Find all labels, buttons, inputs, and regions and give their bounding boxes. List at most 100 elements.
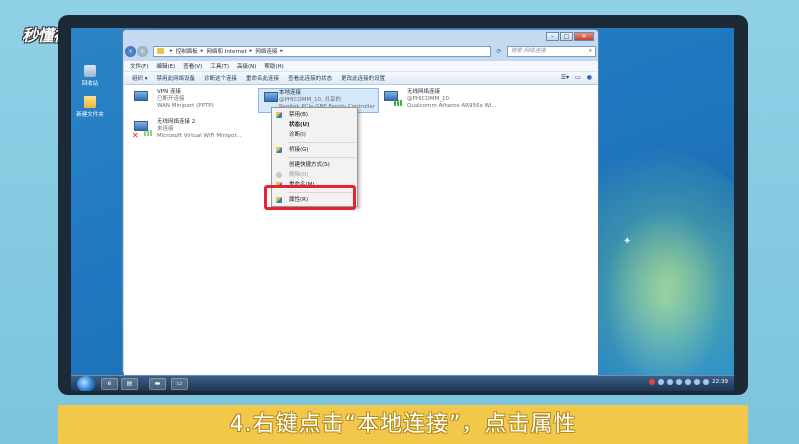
menu-item-diagnose[interactable]: 诊断(I) bbox=[272, 130, 357, 140]
folder-icon bbox=[157, 48, 164, 54]
preview-pane-icon[interactable]: ▭ bbox=[575, 74, 581, 81]
breadcrumb-network-connections[interactable]: 网络连接 bbox=[255, 47, 277, 55]
clock[interactable]: 22:39 bbox=[712, 379, 728, 385]
network-connections-window: – □ ✕ ‹ › ▸ 控制面板 ▸ 网络和 Internet ▸ 网络连接 ▸… bbox=[122, 29, 599, 375]
menu-item-create-shortcut[interactable]: 创建快捷方式(S) bbox=[272, 160, 357, 170]
tray-icon[interactable] bbox=[676, 379, 683, 385]
recycle-bin-icon bbox=[84, 65, 96, 77]
chevron-right-icon: ▸ bbox=[249, 48, 253, 54]
chevron-right-icon: ▸ bbox=[280, 48, 284, 54]
wallpaper-glow-inner bbox=[604, 208, 724, 388]
help-icon[interactable]: ● bbox=[587, 74, 592, 81]
back-button[interactable]: ‹ bbox=[125, 45, 136, 57]
view-options-icon[interactable]: ☰▾ bbox=[561, 74, 569, 81]
menu-separator bbox=[288, 157, 355, 158]
menu-view[interactable]: 查看(V) bbox=[183, 62, 202, 70]
taskbar: e ▤ ▬ ▭ 22:39 bbox=[71, 375, 734, 391]
bird-icon: ✦ bbox=[623, 236, 632, 247]
folder-icon bbox=[84, 96, 96, 108]
window-controls: – □ ✕ bbox=[546, 32, 594, 41]
tray-icon[interactable] bbox=[703, 379, 710, 385]
forward-button[interactable]: › bbox=[137, 45, 148, 57]
taskbar-cmd-icon[interactable]: ▬ bbox=[149, 378, 166, 390]
connection-status: 已断开连接 bbox=[157, 96, 185, 102]
refresh-icon[interactable]: ⟳ bbox=[493, 46, 505, 57]
desktop-icon-label: 新建文件夹 bbox=[76, 112, 104, 118]
connection-vpn[interactable]: VPN 连接 已断开连接 WAN Miniport (PPTP) bbox=[132, 89, 214, 110]
properties-highlight-box bbox=[264, 185, 356, 210]
menu-item-label: 状态(U) bbox=[289, 122, 310, 128]
disable-device-button[interactable]: 禁用此网络设备 bbox=[157, 74, 196, 82]
menu-item-status[interactable]: 状态(U) bbox=[272, 120, 357, 130]
toolbar-right-icons: ☰▾ ▭ ● bbox=[561, 74, 592, 81]
taskbar-explorer-icon[interactable]: ▤ bbox=[121, 378, 138, 390]
wireless-disconnected-icon: ✕ bbox=[132, 119, 152, 140]
menu-item-label: 诊断(I) bbox=[289, 132, 306, 138]
connection-wireless[interactable]: 无线网络连接 @PHICOMM_10 Qualcomm Atheros AR95… bbox=[382, 89, 497, 110]
change-settings-button[interactable]: 更改此连接的设置 bbox=[341, 74, 385, 82]
menu-separator bbox=[288, 142, 355, 143]
breadcrumb-control-panel[interactable]: 控制面板 bbox=[176, 47, 198, 55]
system-tray: 22:39 bbox=[649, 379, 728, 385]
menu-item-label: 禁用(B) bbox=[289, 112, 309, 118]
breadcrumb-network-internet[interactable]: 网络和 Internet bbox=[207, 47, 247, 55]
connections-list: VPN 连接 已断开连接 WAN Miniport (PPTP) 本地连接 @P… bbox=[124, 85, 598, 375]
address-row: ‹ › ▸ 控制面板 ▸ 网络和 Internet ▸ 网络连接 ▸ ⟳ 搜索 … bbox=[125, 44, 596, 58]
menu-item-label: 桥接(G) bbox=[289, 147, 309, 153]
address-bar[interactable]: ▸ 控制面板 ▸ 网络和 Internet ▸ 网络连接 ▸ bbox=[153, 45, 491, 57]
taskbar-ie-icon[interactable]: e bbox=[101, 378, 118, 390]
network-connection-icon bbox=[132, 89, 152, 107]
menu-item-bridge[interactable]: 桥接(G) bbox=[272, 145, 357, 155]
maximize-button[interactable]: □ bbox=[560, 32, 573, 41]
connection-status: @PHICOMM_10, 共享的 bbox=[278, 97, 341, 103]
volume-icon[interactable] bbox=[694, 379, 701, 385]
command-toolbar: 组织 ▾ 禁用此网络设备 诊断这个连接 重命名此连接 查看此连接的状态 更改此连… bbox=[124, 72, 598, 85]
shield-icon bbox=[276, 112, 282, 118]
wireless-connection-icon bbox=[382, 89, 402, 107]
connection-wireless-2[interactable]: ✕ 无线网络连接 2 未连接 Microsoft Virtual WiFi Mi… bbox=[132, 119, 242, 140]
taskbar-network-icon[interactable]: ▭ bbox=[171, 378, 188, 390]
network-connection-icon bbox=[262, 90, 278, 108]
menu-item-label: 创建快捷方式(S) bbox=[289, 162, 330, 168]
search-placeholder: 搜索 网络连接 bbox=[511, 47, 546, 54]
tray-app-icon[interactable] bbox=[649, 379, 656, 385]
desktop-icon-new-folder[interactable]: 新建文件夹 bbox=[73, 96, 107, 118]
desktop-screen: ✦ 回收站 新建文件夹 – □ ✕ ‹ › ▸ 控制面板 ▸ 网络和 Inter… bbox=[71, 28, 734, 391]
chevron-right-icon: ▸ bbox=[170, 48, 173, 54]
connection-device: WAN Miniport (PPTP) bbox=[157, 103, 214, 109]
connection-name: 本地连接 bbox=[278, 90, 301, 96]
instruction-caption: 4.右键点击“本地连接”，点击属性 bbox=[58, 405, 748, 444]
menu-advanced[interactable]: 高级(N) bbox=[237, 62, 256, 70]
connection-name: 无线网络连接 bbox=[407, 89, 441, 95]
minimize-button[interactable]: – bbox=[546, 32, 559, 41]
desktop-icon-label: 回收站 bbox=[81, 81, 99, 87]
menu-item-delete: 删除(D) bbox=[272, 170, 357, 180]
menu-edit[interactable]: 编辑(E) bbox=[156, 62, 175, 70]
menu-tools[interactable]: 工具(T) bbox=[210, 62, 229, 70]
tray-icon[interactable] bbox=[658, 379, 665, 385]
menu-help[interactable]: 帮助(H) bbox=[264, 62, 283, 70]
shield-icon bbox=[276, 147, 282, 153]
search-input[interactable]: 搜索 网络连接 ⌕ bbox=[507, 45, 596, 57]
diagnose-button[interactable]: 诊断这个连接 bbox=[204, 74, 237, 82]
connection-device: Qualcomm Atheros AR956x Wi... bbox=[407, 103, 497, 109]
view-status-button[interactable]: 查看此连接的状态 bbox=[288, 74, 332, 82]
search-icon: ⌕ bbox=[588, 47, 592, 54]
connection-status: @PHICOMM_10 bbox=[407, 96, 449, 102]
connection-name: VPN 连接 bbox=[157, 89, 181, 95]
menu-file[interactable]: 文件(F) bbox=[130, 62, 148, 70]
menu-bar: 文件(F) 编辑(E) 查看(V) 工具(T) 高级(N) 帮助(H) bbox=[124, 61, 598, 72]
rename-button[interactable]: 重命名此连接 bbox=[246, 74, 279, 82]
connection-device: Microsoft Virtual WiFi Minipor... bbox=[157, 133, 242, 139]
chevron-right-icon: ▸ bbox=[200, 48, 204, 54]
connection-name: 无线网络连接 2 bbox=[157, 119, 196, 125]
start-button[interactable] bbox=[77, 376, 95, 391]
network-tray-icon[interactable] bbox=[685, 379, 692, 385]
organize-button[interactable]: 组织 ▾ bbox=[132, 74, 148, 82]
menu-item-label: 删除(D) bbox=[289, 172, 309, 178]
desktop-icon-recycle-bin[interactable]: 回收站 bbox=[73, 65, 107, 87]
menu-item-disable[interactable]: 禁用(B) bbox=[272, 110, 357, 120]
connection-status: 未连接 bbox=[157, 126, 174, 132]
close-button[interactable]: ✕ bbox=[574, 32, 594, 41]
tray-icon[interactable] bbox=[667, 379, 674, 385]
